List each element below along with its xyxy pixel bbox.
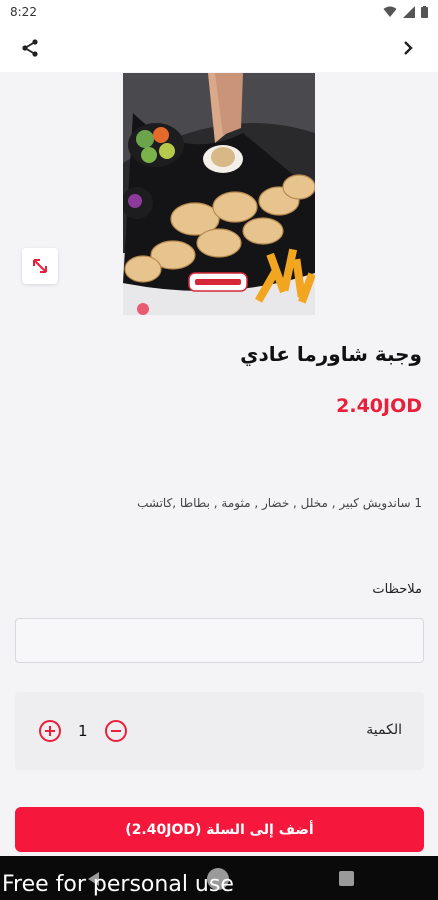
- nav-recents-icon[interactable]: [339, 871, 354, 886]
- minus-icon: [111, 730, 121, 732]
- wifi-icon: [383, 6, 397, 17]
- shawarma-meal-photo: [123, 73, 315, 315]
- watermark: Free for personal use: [2, 872, 234, 897]
- quantity-value: 1: [78, 722, 88, 740]
- forward-button[interactable]: [392, 32, 424, 64]
- quantity-panel: الكمية 1: [15, 692, 424, 770]
- status-bar: 8:22: [0, 0, 438, 24]
- decrease-quantity-button[interactable]: [105, 720, 127, 742]
- product-image: [123, 73, 315, 315]
- notes-input[interactable]: [15, 618, 424, 663]
- product-title: وجبة شاورما عادي: [240, 342, 422, 366]
- expand-icon: [33, 259, 47, 273]
- product-description: 1 ساندويش كبير , مخلل , خضار , مثومة , ب…: [137, 496, 422, 510]
- expand-image-button[interactable]: [22, 248, 58, 284]
- status-icons: [383, 6, 428, 18]
- add-to-cart-button[interactable]: أضف إلى السلة (2.40JOD): [15, 807, 424, 852]
- share-button[interactable]: [14, 32, 46, 64]
- app-bar: [0, 24, 438, 72]
- share-icon: [22, 39, 38, 57]
- signal-icon: [403, 6, 415, 18]
- chevron-right-icon: [404, 41, 413, 55]
- status-time: 8:22: [10, 5, 37, 19]
- increase-quantity-button[interactable]: [39, 720, 61, 742]
- quantity-label: الكمية: [366, 722, 402, 738]
- notes-label: ملاحظات: [372, 582, 422, 597]
- plus-icon: [45, 726, 55, 736]
- battery-icon: [421, 6, 428, 18]
- product-price: 2.40JOD: [336, 395, 422, 417]
